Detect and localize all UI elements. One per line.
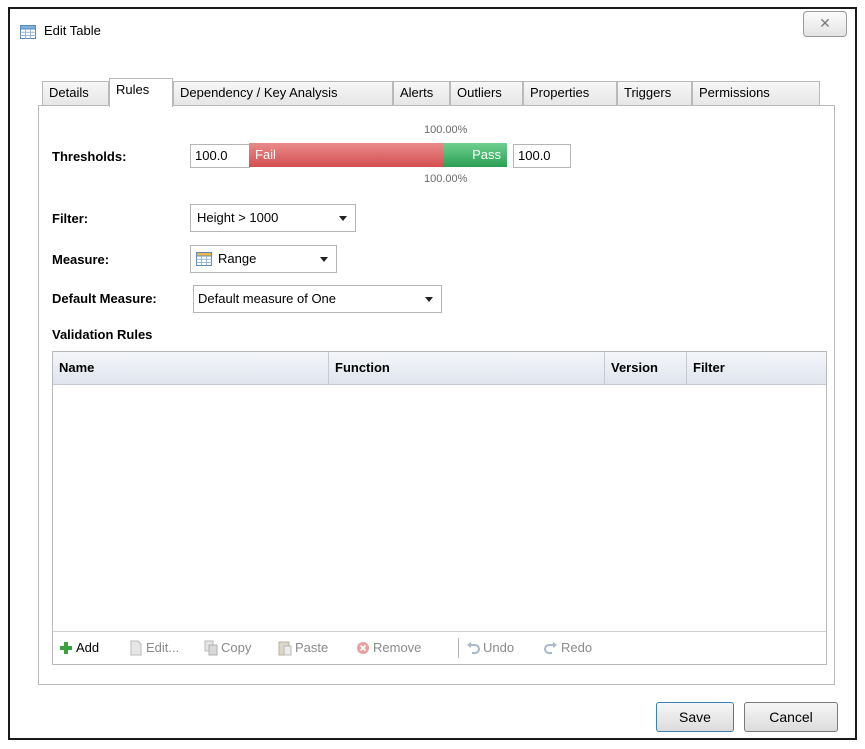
- column-header-function[interactable]: Function: [329, 352, 605, 384]
- default-measure-label: Default Measure:: [52, 291, 157, 306]
- tab-dependency-key-analysis[interactable]: Dependency / Key Analysis: [173, 81, 393, 105]
- tab-rules[interactable]: Rules: [109, 78, 173, 107]
- rules-toolbar: Add Edit... Copy Paste Remove Undo Redo: [53, 631, 826, 664]
- thresholds-label: Thresholds:: [52, 149, 127, 164]
- edit-button[interactable]: Edit...: [129, 632, 179, 664]
- tab-label: Rules: [116, 82, 150, 97]
- undo-button[interactable]: Undo: [466, 632, 514, 664]
- tab-label: Outliers: [457, 85, 502, 100]
- tab-label: Alerts: [400, 85, 434, 100]
- column-header-name[interactable]: Name: [53, 352, 329, 384]
- column-header-filter[interactable]: Filter: [687, 352, 826, 384]
- table-header: Name Function Version Filter: [53, 352, 826, 385]
- copy-button[interactable]: Copy: [204, 632, 251, 664]
- tab-label: Properties: [530, 85, 590, 100]
- tab-permissions[interactable]: Permissions: [692, 81, 820, 105]
- add-button[interactable]: Add: [59, 632, 99, 664]
- fail-label: Fail: [255, 147, 276, 162]
- table-icon: [196, 252, 212, 266]
- threshold-bottom-percent: 100.00%: [424, 173, 468, 185]
- close-icon: ✕: [819, 15, 831, 31]
- filter-value: Height > 1000: [197, 210, 279, 225]
- tab-outliers[interactable]: Outliers: [450, 81, 523, 105]
- remove-icon: [357, 641, 369, 654]
- undo-icon: [467, 641, 480, 654]
- tab-label: Triggers: [624, 85, 672, 100]
- tab-triggers[interactable]: Triggers: [617, 81, 692, 105]
- pass-segment: Pass: [443, 143, 507, 167]
- redo-icon: [544, 641, 557, 654]
- threshold-high-input[interactable]: 100.0: [513, 144, 571, 168]
- threshold-bar[interactable]: Fail Pass: [249, 143, 507, 167]
- tab-label: Details: [49, 85, 89, 100]
- table-icon: [20, 25, 36, 39]
- measure-dropdown[interactable]: Range: [190, 245, 337, 273]
- column-header-version[interactable]: Version: [605, 352, 687, 384]
- tab-label: Dependency / Key Analysis: [180, 85, 338, 100]
- edit-label: Edit...: [146, 640, 180, 655]
- add-label: Add: [76, 640, 100, 655]
- table-body: [53, 385, 826, 631]
- default-measure-dropdown[interactable]: Default measure of One: [193, 285, 442, 313]
- threshold-top-percent: 100.00%: [424, 124, 468, 136]
- validation-rules-table: Name Function Version Filter Add Edit...…: [52, 351, 827, 665]
- remove-button[interactable]: Remove: [356, 632, 421, 664]
- measure-label: Measure:: [52, 252, 110, 267]
- validation-rules-heading: Validation Rules: [52, 327, 153, 342]
- chevron-down-icon: [339, 216, 347, 221]
- paste-label: Paste: [295, 640, 329, 655]
- copy-label: Copy: [221, 640, 252, 655]
- close-button[interactable]: ✕: [803, 11, 847, 37]
- paste-button[interactable]: Paste: [278, 632, 328, 664]
- chevron-down-icon: [425, 297, 433, 302]
- save-button[interactable]: Save: [656, 702, 734, 732]
- redo-label: Redo: [561, 640, 593, 655]
- clipboard-icon: [278, 641, 292, 656]
- toolbar-separator: [458, 638, 459, 658]
- tab-label: Permissions: [699, 85, 770, 100]
- remove-label: Remove: [373, 640, 422, 655]
- chevron-down-icon: [320, 257, 328, 262]
- document-icon: [130, 640, 142, 656]
- dialog-title: Edit Table: [44, 23, 101, 38]
- tab-details[interactable]: Details: [42, 81, 109, 105]
- measure-value: Range: [218, 251, 257, 266]
- undo-label: Undo: [483, 640, 515, 655]
- title-bar: Edit Table ✕: [10, 9, 855, 49]
- filter-label: Filter:: [52, 211, 89, 226]
- threshold-low-input[interactable]: 100.0: [190, 144, 250, 168]
- cancel-button[interactable]: Cancel: [744, 702, 838, 732]
- tab-alerts[interactable]: Alerts: [393, 81, 450, 105]
- redo-button[interactable]: Redo: [544, 632, 592, 664]
- tab-properties[interactable]: Properties: [523, 81, 617, 105]
- plus-icon: [60, 641, 72, 654]
- pass-label: Pass: [472, 147, 501, 162]
- copy-icon: [204, 640, 218, 656]
- filter-dropdown[interactable]: Height > 1000: [190, 204, 356, 232]
- default-measure-value: Default measure of One: [198, 291, 337, 306]
- fail-segment: Fail: [249, 143, 443, 167]
